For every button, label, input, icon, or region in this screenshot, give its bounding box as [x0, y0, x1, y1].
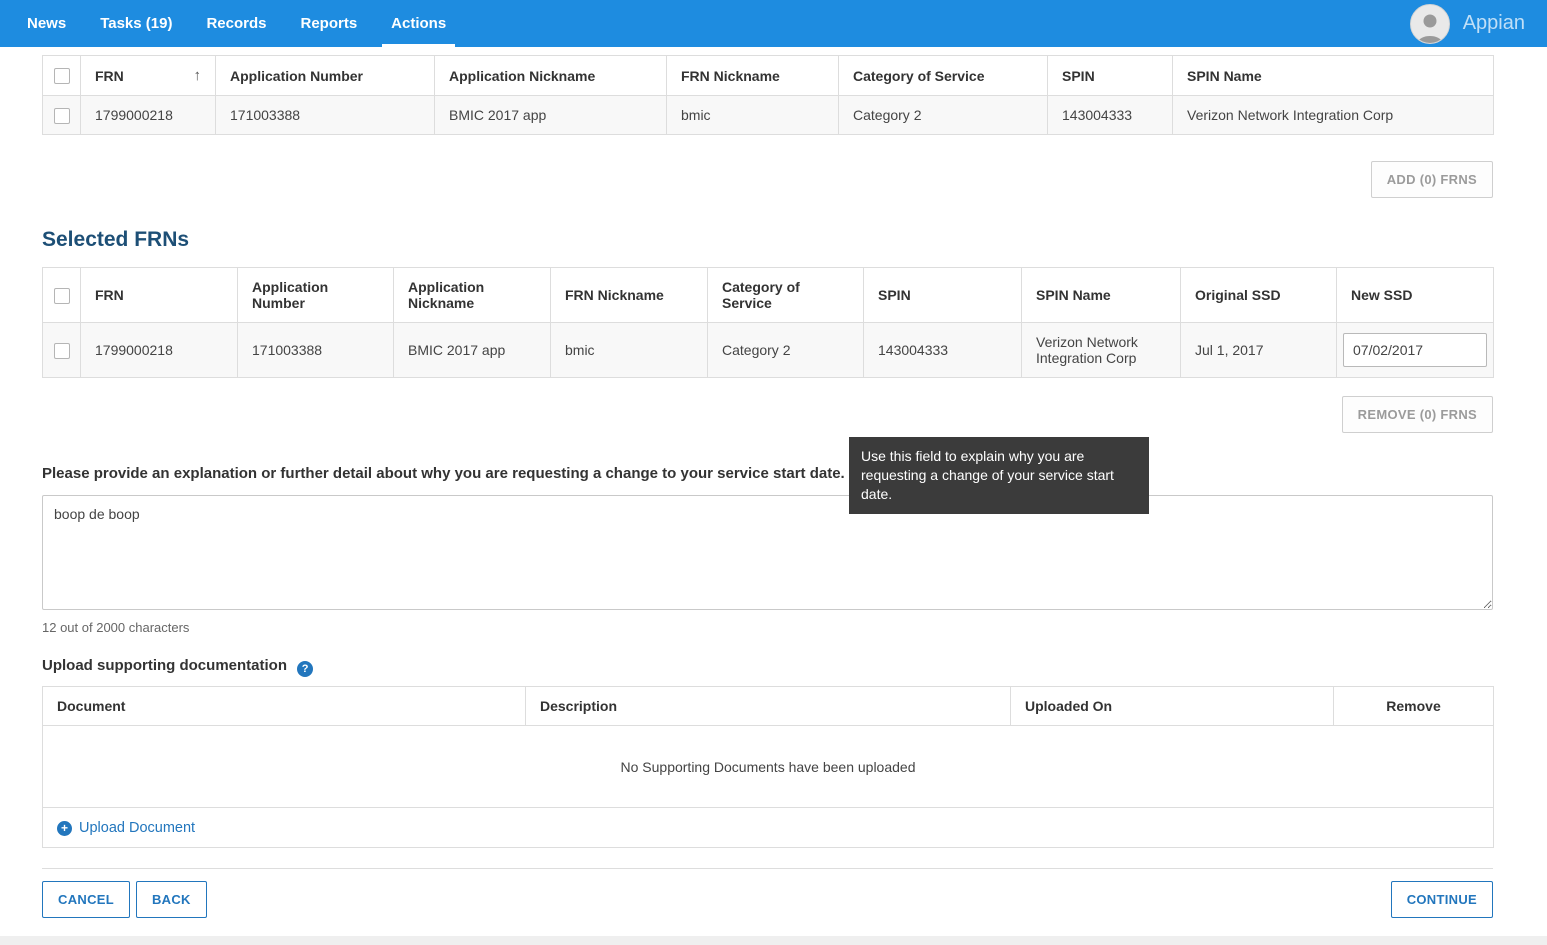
column-header-application-nickname[interactable]: Application Nickname [394, 268, 551, 323]
column-header-label: FRN [95, 68, 124, 84]
table-row: 1799000218 171003388 BMIC 2017 app bmic … [43, 96, 1494, 135]
new-ssd-input[interactable] [1343, 333, 1487, 367]
column-header-category-of-service[interactable]: Category of Service [839, 56, 1048, 96]
cell-spin-name: Verizon Network Integration Corp [1022, 323, 1181, 378]
cell-application-nickname: BMIC 2017 app [394, 323, 551, 378]
empty-documents-row: No Supporting Documents have been upload… [43, 726, 1494, 808]
nav-item-news[interactable]: News [10, 0, 83, 47]
documents-table: Document Description Uploaded On Remove … [42, 686, 1494, 848]
explanation-label: Please provide an explanation or further… [42, 465, 1493, 485]
nav-item-reports[interactable]: Reports [283, 0, 374, 47]
cell-frn: 1799000218 [81, 323, 238, 378]
column-header-frn[interactable]: FRN [81, 268, 238, 323]
user-avatar-icon [1413, 9, 1447, 43]
column-header-application-number[interactable]: Application Number [216, 56, 435, 96]
continue-button[interactable]: CONTINUE [1391, 881, 1493, 918]
page: News Tasks (19) Records Reports Actions … [0, 0, 1547, 945]
section-title-selected-frns: Selected FRNs [42, 228, 1493, 252]
nav-item-records[interactable]: Records [189, 0, 283, 47]
upload-document-label: Upload Document [79, 820, 195, 836]
cell-spin: 143004333 [1048, 96, 1173, 135]
available-frns-table: FRN ↑ Application Number Application Nic… [42, 55, 1494, 135]
explanation-label-text: Please provide an explanation or further… [42, 465, 845, 482]
column-header-application-nickname[interactable]: Application Nickname [435, 56, 667, 96]
column-header-application-number[interactable]: Application Number [238, 268, 394, 323]
upload-document-row: + Upload Document [43, 808, 1494, 848]
column-header-uploaded-on: Uploaded On [1011, 687, 1334, 726]
column-header-spin[interactable]: SPIN [1048, 56, 1173, 96]
column-header-remove: Remove [1334, 687, 1494, 726]
column-header-frn-nickname[interactable]: FRN Nickname [551, 268, 708, 323]
row-checkbox[interactable] [54, 343, 70, 359]
column-header-frn[interactable]: FRN ↑ [81, 56, 216, 96]
cell-spin-name: Verizon Network Integration Corp [1173, 96, 1494, 135]
column-header-category-of-service[interactable]: Category of Service [708, 268, 864, 323]
nav-right: Appian [1410, 4, 1547, 44]
select-all-cell [43, 268, 81, 323]
select-all-checkbox[interactable] [54, 288, 70, 304]
select-all-cell [43, 56, 81, 96]
cell-frn-nickname: bmic [667, 96, 839, 135]
top-nav: News Tasks (19) Records Reports Actions … [0, 0, 1547, 47]
cell-category-of-service: Category 2 [839, 96, 1048, 135]
avatar[interactable] [1410, 4, 1450, 44]
remove-frns-button[interactable]: REMOVE (0) FRNS [1342, 396, 1493, 433]
char-count: 12 out of 2000 characters [42, 620, 1493, 635]
nav-item-tasks[interactable]: Tasks (19) [83, 0, 189, 47]
help-icon[interactable]: ? [297, 661, 313, 677]
cell-frn: 1799000218 [81, 96, 216, 135]
footer-bar: CANCEL BACK CONTINUE [42, 869, 1493, 936]
cell-original-ssd: Jul 1, 2017 [1181, 323, 1337, 378]
column-header-description: Description [526, 687, 1011, 726]
tooltip: Use this field to explain why you are re… [849, 437, 1149, 514]
empty-documents-message: No Supporting Documents have been upload… [43, 726, 1494, 808]
row-checkbox-cell [43, 323, 81, 378]
nav-item-actions[interactable]: Actions [374, 0, 463, 47]
explanation-textarea[interactable]: boop de boop [42, 495, 1493, 610]
select-all-checkbox[interactable] [54, 68, 70, 84]
column-header-frn-nickname[interactable]: FRN Nickname [667, 56, 839, 96]
table-row: 1799000218 171003388 BMIC 2017 app bmic … [43, 323, 1494, 378]
upload-label-text: Upload supporting documentation [42, 657, 287, 674]
add-frns-button[interactable]: ADD (0) FRNS [1371, 161, 1493, 198]
column-header-original-ssd[interactable]: Original SSD [1181, 268, 1337, 323]
cell-application-number: 171003388 [216, 96, 435, 135]
column-header-spin-name[interactable]: SPIN Name [1173, 56, 1494, 96]
row-checkbox-cell [43, 96, 81, 135]
column-header-spin-name[interactable]: SPIN Name [1022, 268, 1181, 323]
column-header-spin[interactable]: SPIN [864, 268, 1022, 323]
row-checkbox[interactable] [54, 108, 70, 124]
cell-application-nickname: BMIC 2017 app [435, 96, 667, 135]
main-content: FRN ↑ Application Number Application Nic… [0, 47, 1547, 936]
sort-ascending-icon[interactable]: ↑ [194, 67, 202, 84]
column-header-new-ssd[interactable]: New SSD [1337, 268, 1494, 323]
cell-category-of-service: Category 2 [708, 323, 864, 378]
upload-label: Upload supporting documentation ? [42, 657, 1493, 677]
plus-circle-icon: + [57, 821, 72, 836]
back-button[interactable]: BACK [136, 881, 207, 918]
cell-frn-nickname: bmic [551, 323, 708, 378]
appian-logo: Appian [1463, 12, 1525, 35]
cell-new-ssd [1337, 323, 1494, 378]
column-header-document: Document [43, 687, 526, 726]
cell-application-number: 171003388 [238, 323, 394, 378]
cancel-button[interactable]: CANCEL [42, 881, 130, 918]
upload-document-link[interactable]: + Upload Document [57, 820, 195, 836]
cell-spin: 143004333 [864, 323, 1022, 378]
selected-frns-table: FRN Application Number Application Nickn… [42, 267, 1494, 378]
